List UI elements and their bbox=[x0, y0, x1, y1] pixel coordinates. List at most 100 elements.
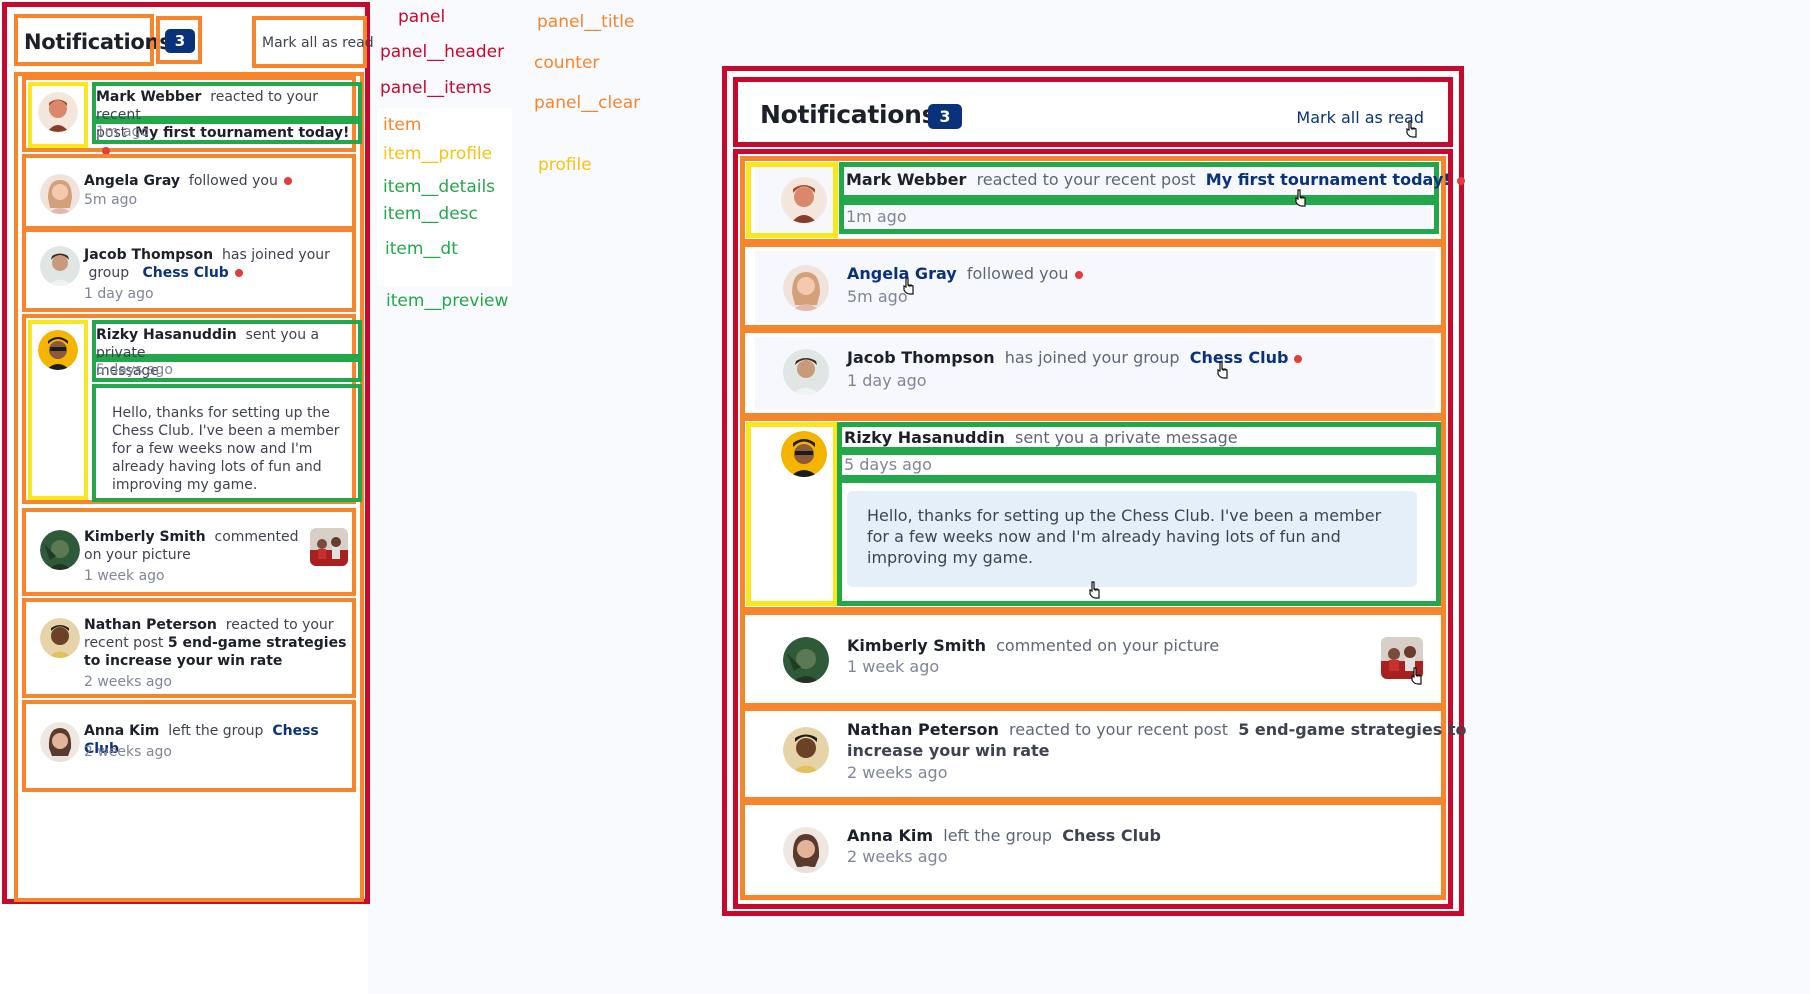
small-panel-items: Mark Webber reacted to your recent post … bbox=[14, 72, 364, 902]
small-panel-title: Notifications bbox=[24, 30, 172, 54]
item-desc: Mark Webber reacted to your recent post … bbox=[839, 162, 1465, 200]
panel-header: Notifications 3 Mark all as read bbox=[733, 77, 1453, 147]
avatar-icon bbox=[40, 618, 80, 658]
item-target-link[interactable]: My first tournament today! bbox=[1206, 170, 1451, 189]
small-clear-box: Mark all as read bbox=[252, 16, 374, 68]
unread-counter-badge: 3 bbox=[928, 104, 962, 129]
avatar-icon bbox=[781, 177, 827, 223]
user-name[interactable]: Rizky Hasanuddin bbox=[844, 428, 1005, 447]
legend-item-profile: item__profile bbox=[383, 144, 493, 164]
unread-dot bbox=[234, 269, 243, 277]
legend-panel-clear: panel__clear bbox=[534, 93, 641, 113]
item-time: 5m ago bbox=[84, 192, 138, 208]
user-name[interactable]: Kimberly Smith bbox=[84, 529, 206, 545]
small-item-angela-gray[interactable]: Angela Gray followed you 5m ago bbox=[22, 154, 356, 230]
message-preview[interactable]: Hello, thanks for setting up the Chess C… bbox=[847, 491, 1417, 587]
item-action: sent you a private message bbox=[1015, 428, 1238, 447]
small-item-rizky-hasanuddin[interactable]: Rizky Hasanuddin sent you a private mess… bbox=[22, 314, 362, 504]
item-action: followed you bbox=[966, 264, 1069, 283]
item-target-link[interactable]: Chess Club bbox=[142, 265, 228, 281]
legend-panel-header: panel__header bbox=[380, 42, 505, 62]
item-time: 1 week ago bbox=[84, 568, 165, 584]
item-action-cont: group bbox=[88, 265, 130, 281]
notification-item-rizky-hasanuddin[interactable]: Rizky Hasanuddin sent you a private mess… bbox=[740, 416, 1446, 612]
notification-item-kimberly-smith[interactable]: Kimberly Smith commented on your picture… bbox=[740, 610, 1446, 708]
user-name[interactable]: Rizky Hasanuddin bbox=[96, 327, 237, 343]
item-time: 2 weeks ago bbox=[84, 674, 172, 690]
hand-pointer-cursor-icon bbox=[1215, 361, 1229, 383]
panel-items: Mark Webber reacted to your recent post … bbox=[733, 149, 1466, 909]
small-item-profile bbox=[28, 320, 88, 500]
avatar-icon bbox=[40, 530, 80, 570]
small-item-mark-webber[interactable]: Mark Webber reacted to your recent post … bbox=[22, 76, 362, 155]
legend-item-desc: item__desc bbox=[383, 204, 478, 224]
message-preview[interactable]: Hello, thanks for setting up the Chess C… bbox=[96, 388, 358, 510]
item-action: commented bbox=[214, 529, 299, 545]
legend-panel: panel bbox=[398, 7, 446, 27]
item-time: 5 days ago bbox=[96, 362, 173, 378]
item-dt: 5 days ago bbox=[837, 450, 1441, 480]
small-item-jacob-thompson[interactable]: Jacob Thompson has joined your group Che… bbox=[22, 228, 356, 312]
small-mark-all-read-button[interactable]: Mark all as read bbox=[262, 35, 374, 51]
small-item-kimberly-smith[interactable]: Kimberly Smith commented on your picture… bbox=[22, 508, 356, 596]
user-name[interactable]: Jacob Thompson bbox=[847, 348, 995, 367]
small-item-profile bbox=[28, 82, 88, 148]
hand-pointer-cursor-icon bbox=[901, 277, 915, 299]
panel-title: Notifications bbox=[760, 100, 937, 129]
item-action: left the group bbox=[943, 826, 1053, 845]
notification-item-jacob-thompson[interactable]: Jacob Thompson has joined your group Che… bbox=[740, 328, 1446, 418]
notification-item-angela-gray[interactable]: Angela Gray followed you 5m ago bbox=[740, 242, 1446, 330]
item-action: reacted to your bbox=[225, 617, 334, 633]
small-item-nathan-peterson[interactable]: Nathan Peterson reacted to your recent p… bbox=[22, 598, 356, 698]
unread-dot bbox=[283, 177, 292, 185]
item-time: 1 day ago bbox=[847, 371, 927, 390]
user-name[interactable]: Nathan Peterson bbox=[84, 617, 217, 633]
item-action: reacted to your recent post bbox=[1009, 720, 1229, 739]
item-target-link-cont[interactable]: increase your win rate bbox=[847, 741, 1050, 760]
user-name[interactable]: Jacob Thompson bbox=[84, 247, 213, 263]
avatar-icon bbox=[783, 349, 829, 395]
small-item-dt: 5 days ago bbox=[92, 358, 362, 382]
item-target-link[interactable]: Chess Club bbox=[1190, 348, 1289, 367]
item-time: 5m ago bbox=[847, 287, 908, 306]
hand-pointer-cursor-icon bbox=[1087, 581, 1101, 603]
legend-item-preview: item__preview bbox=[386, 291, 509, 311]
item-desc: Rizky Hasanuddin sent you a private mess… bbox=[837, 422, 1441, 452]
notification-item-anna-kim[interactable]: Anna Kim left the group Chess Club 2 wee… bbox=[740, 800, 1446, 900]
user-name[interactable]: Kimberly Smith bbox=[847, 636, 986, 655]
user-name[interactable]: Anna Kim bbox=[847, 826, 933, 845]
item-time: 1m ago bbox=[846, 207, 907, 226]
avatar-icon bbox=[783, 265, 829, 311]
small-panel-header: Notifications 3 Mark all as read bbox=[14, 14, 374, 70]
item-action: has joined your bbox=[222, 247, 330, 263]
item-time: 5 days ago bbox=[844, 455, 932, 474]
small-item-anna-kim[interactable]: Anna Kim left the group Chess Club 2 wee… bbox=[22, 700, 356, 792]
user-name[interactable]: Anna Kim bbox=[84, 723, 159, 739]
small-item-preview: Hello, thanks for setting up the Chess C… bbox=[92, 384, 362, 502]
item-target-link[interactable]: 5 end-game strategies to bbox=[1238, 720, 1466, 739]
user-name[interactable]: Mark Webber bbox=[96, 89, 201, 105]
item-time: 1 week ago bbox=[847, 657, 940, 676]
avatar-icon bbox=[40, 722, 80, 762]
avatar-icon bbox=[40, 246, 80, 286]
legend-item-details: item__details bbox=[383, 177, 496, 197]
small-counter-badge: 3 bbox=[165, 29, 195, 53]
item-time: 1m ago bbox=[96, 124, 150, 140]
item-time: 2 weeks ago bbox=[84, 744, 172, 760]
item-action: has joined your group bbox=[1004, 348, 1180, 367]
notification-item-nathan-peterson[interactable]: Nathan Peterson reacted to your recent p… bbox=[740, 706, 1466, 802]
avatar-icon bbox=[783, 727, 829, 773]
small-item-desc: Rizky Hasanuddin sent you a private mess… bbox=[92, 320, 362, 379]
item-action-cont: on your picture bbox=[84, 547, 191, 563]
user-name[interactable]: Nathan Peterson bbox=[847, 720, 999, 739]
hand-pointer-cursor-icon bbox=[1409, 667, 1423, 689]
picture-thumbnail-icon[interactable] bbox=[310, 528, 348, 566]
notification-item-mark-webber[interactable]: Mark Webber reacted to your recent post … bbox=[740, 156, 1465, 244]
user-name[interactable]: Angela Gray bbox=[84, 173, 180, 189]
item-target-link[interactable]: Chess Club bbox=[1062, 826, 1161, 845]
notifications-panel: Notifications 3 Mark all as read Mark We… bbox=[722, 66, 1466, 916]
item-time: 1 day ago bbox=[84, 286, 154, 302]
avatar-icon bbox=[38, 330, 78, 370]
user-name[interactable]: Mark Webber bbox=[846, 170, 966, 189]
legend-panel-title: panel__title bbox=[537, 12, 635, 32]
